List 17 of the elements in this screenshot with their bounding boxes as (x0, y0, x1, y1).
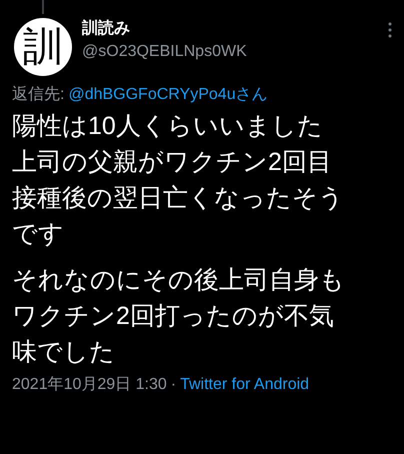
tweet-text-line: 味でした (12, 337, 116, 368)
tweet-text-line: 陽性は10人くらいいました (12, 111, 324, 142)
display-name: 訓読み (82, 18, 131, 39)
separator: · (170, 375, 176, 395)
source-link[interactable]: Twitter for Android (180, 374, 310, 396)
tweet-text-line: 上司の父親がワクチン2回目 (12, 147, 333, 178)
user-handle: @sO23QEBILNps0WK (82, 42, 247, 62)
tweet-text-line: ワクチン2回打ったのが不気 (12, 301, 335, 332)
thread-line (42, 0, 44, 14)
tweet-text-line: です (12, 219, 65, 250)
reply-to-link[interactable]: @dhBGGFoCRYyPo4uさん (68, 84, 268, 106)
more-icon[interactable] (388, 22, 392, 38)
avatar[interactable]: 訓 (14, 18, 72, 76)
tweet-text-line: 接種後の翌日亡くなったそう (12, 183, 345, 214)
timestamp: 2021年10月29日 1:30 (12, 375, 167, 395)
tweet-text-line: それなのにその後上司自身も (12, 265, 346, 296)
reply-label: 返信先: (12, 84, 64, 105)
